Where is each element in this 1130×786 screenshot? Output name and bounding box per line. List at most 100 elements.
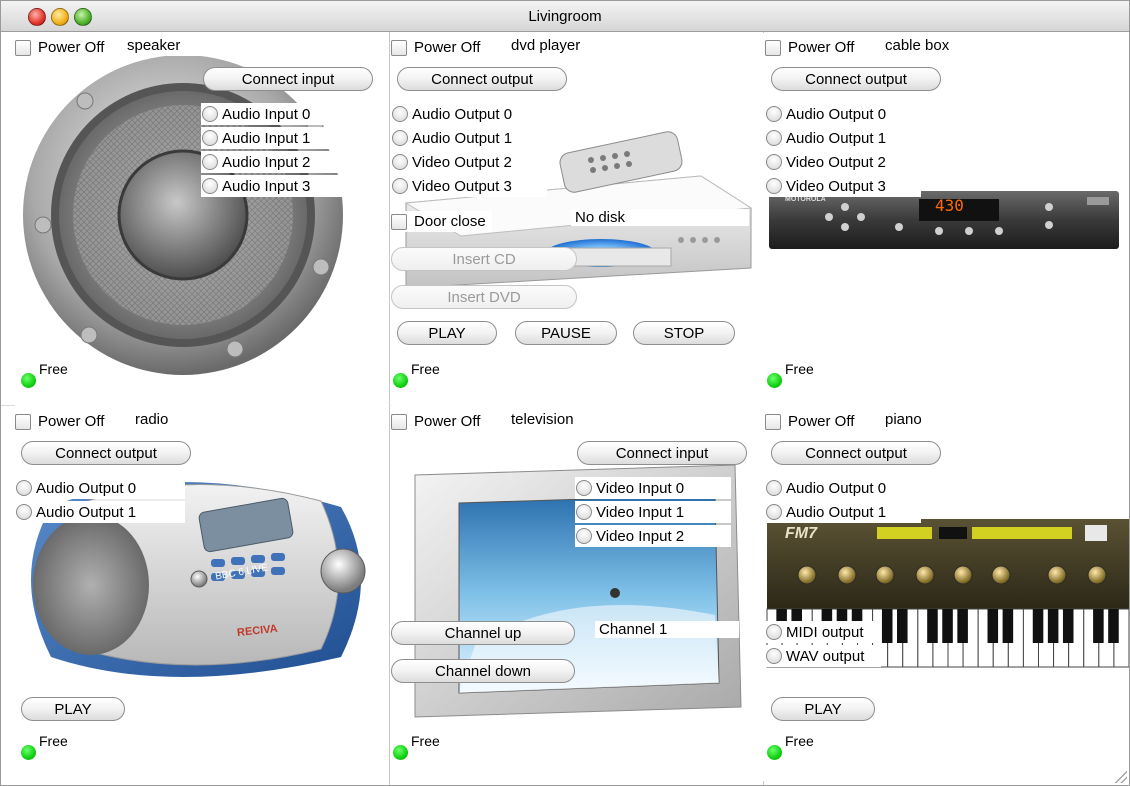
dvd-power-checkbox[interactable]: Power Off	[391, 39, 480, 56]
status-text: Free	[785, 361, 814, 377]
radio-dot	[766, 178, 782, 194]
cable-power-checkbox[interactable]: Power Off	[765, 39, 854, 56]
channel-up-button[interactable]: Channel up	[391, 621, 575, 645]
radio-dot	[766, 106, 782, 122]
port-label: Video Output 3	[786, 177, 886, 195]
video-input-0-radio[interactable]: Video Input 0	[575, 477, 731, 499]
play-button[interactable]: PLAY	[397, 321, 497, 345]
insert-dvd-button[interactable]: Insert DVD	[391, 285, 577, 309]
video-output-2-radio[interactable]: Video Output 2	[391, 151, 547, 173]
video-output-3-radio[interactable]: Video Output 3	[391, 175, 547, 197]
port-label: Video Input 1	[596, 503, 685, 521]
audio-output-0-radio[interactable]: Audio Output 0	[765, 103, 921, 125]
radio-dot	[16, 480, 32, 496]
midi-output-radio[interactable]: MIDI output	[765, 621, 881, 643]
radio-power-checkbox[interactable]: Power Off	[15, 413, 104, 430]
connect-input-button[interactable]: Connect input	[577, 441, 747, 465]
port-label: MIDI output	[786, 623, 864, 641]
channel-down-button[interactable]: Channel down	[391, 659, 575, 683]
port-label: Video Input 2	[596, 527, 685, 545]
wav-output-radio[interactable]: WAV output	[765, 645, 881, 667]
audio-output-0-radio[interactable]: Audio Output 0	[765, 477, 921, 499]
disk-status: No disk	[571, 209, 749, 226]
radio-dot	[16, 504, 32, 520]
audio-input-2-radio[interactable]: Audio Input 2	[201, 151, 361, 173]
insert-cd-button[interactable]: Insert CD	[391, 247, 577, 271]
title-bar[interactable]: Livingroom	[1, 1, 1129, 32]
status-text: Free	[411, 733, 440, 749]
radio-dot	[766, 480, 782, 496]
play-button[interactable]: PLAY	[21, 697, 125, 721]
connect-output-button[interactable]: Connect output	[771, 441, 941, 465]
audio-input-1-radio[interactable]: Audio Input 1	[201, 127, 361, 149]
radio-dot	[766, 130, 782, 146]
port-label: Video Output 2	[412, 153, 512, 171]
port-label: Video Output 3	[412, 177, 512, 195]
port-label: Video Output 2	[786, 153, 886, 171]
resize-grip-icon[interactable]	[1113, 769, 1127, 783]
status-led	[767, 373, 782, 388]
audio-output-0-radio[interactable]: Audio Output 0	[391, 103, 547, 125]
radio-dot	[392, 106, 408, 122]
channel-display: 430	[935, 196, 964, 215]
port-label: Audio Input 3	[222, 177, 311, 195]
port-label: WAV output	[786, 647, 865, 665]
connect-output-button[interactable]: Connect output	[21, 441, 191, 465]
port-label: Audio Output 0	[36, 479, 137, 497]
audio-input-3-radio[interactable]: Audio Input 3	[201, 175, 361, 197]
radio-dot	[766, 504, 782, 520]
audio-output-0-radio[interactable]: Audio Output 0	[15, 477, 185, 499]
connect-output-button[interactable]: Connect output	[397, 67, 567, 91]
radio-dot	[576, 504, 592, 520]
status-text: Free	[39, 361, 68, 377]
connect-output-button[interactable]: Connect output	[771, 67, 941, 91]
channel-status: Channel 1	[595, 621, 739, 638]
video-output-3-radio[interactable]: Video Output 3	[765, 175, 921, 197]
audio-output-1-radio[interactable]: Audio Output 1	[15, 501, 185, 523]
status-text: Free	[39, 733, 68, 749]
device-name: dvd player	[509, 37, 585, 56]
stop-button[interactable]: STOP	[633, 321, 735, 345]
speaker-power-checkbox[interactable]: Power Off	[15, 39, 104, 56]
video-input-1-radio[interactable]: Video Input 1	[575, 501, 731, 523]
radio-dot	[392, 178, 408, 194]
piano-power-checkbox[interactable]: Power Off	[765, 413, 854, 430]
play-button[interactable]: PLAY	[771, 697, 875, 721]
piano-panel: FM7 Power Off piano Connect output Audio…	[765, 407, 1129, 781]
connect-input-button[interactable]: Connect input	[203, 67, 373, 91]
port-label: Audio Output 0	[786, 479, 887, 497]
cable-box-panel: MOTOROLA 430 Power Off cable box Connect…	[765, 33, 1129, 407]
video-input-2-radio[interactable]: Video Input 2	[575, 525, 731, 547]
radio-dot	[202, 130, 218, 146]
audio-output-1-radio[interactable]: Audio Output 1	[765, 501, 921, 523]
status-led	[21, 745, 36, 760]
device-name: speaker	[125, 37, 267, 56]
door-checkbox[interactable]: Door close	[391, 211, 492, 232]
status-text: Free	[785, 733, 814, 749]
brand-label: FM7	[785, 525, 817, 542]
port-label: Video Input 0	[596, 479, 685, 497]
status-led	[767, 745, 782, 760]
checkbox-box	[765, 413, 781, 430]
device-name: piano	[883, 411, 926, 430]
checkbox-box	[765, 39, 781, 56]
radio-dot	[392, 130, 408, 146]
port-label: Audio Output 0	[412, 105, 513, 123]
power-label: Power Off	[414, 413, 481, 430]
audio-output-1-radio[interactable]: Audio Output 1	[391, 127, 547, 149]
port-label: Audio Output 1	[786, 129, 887, 147]
speaker-panel: Power Off speaker Connect input Audio In…	[15, 33, 389, 407]
television-panel: Power Off television Connect input Video…	[391, 407, 765, 781]
pause-button[interactable]: PAUSE	[515, 321, 617, 345]
video-output-2-radio[interactable]: Video Output 2	[765, 151, 921, 173]
radio-dot	[576, 528, 592, 544]
window-title: Livingroom	[528, 8, 602, 25]
checkbox-box	[15, 39, 31, 56]
device-name: cable box	[883, 37, 954, 56]
audio-input-0-radio[interactable]: Audio Input 0	[201, 103, 361, 125]
radio-dot	[766, 154, 782, 170]
radio-dot	[202, 178, 218, 194]
power-label: Power Off	[788, 413, 855, 430]
audio-output-1-radio[interactable]: Audio Output 1	[765, 127, 921, 149]
television-power-checkbox[interactable]: Power Off	[391, 413, 480, 430]
